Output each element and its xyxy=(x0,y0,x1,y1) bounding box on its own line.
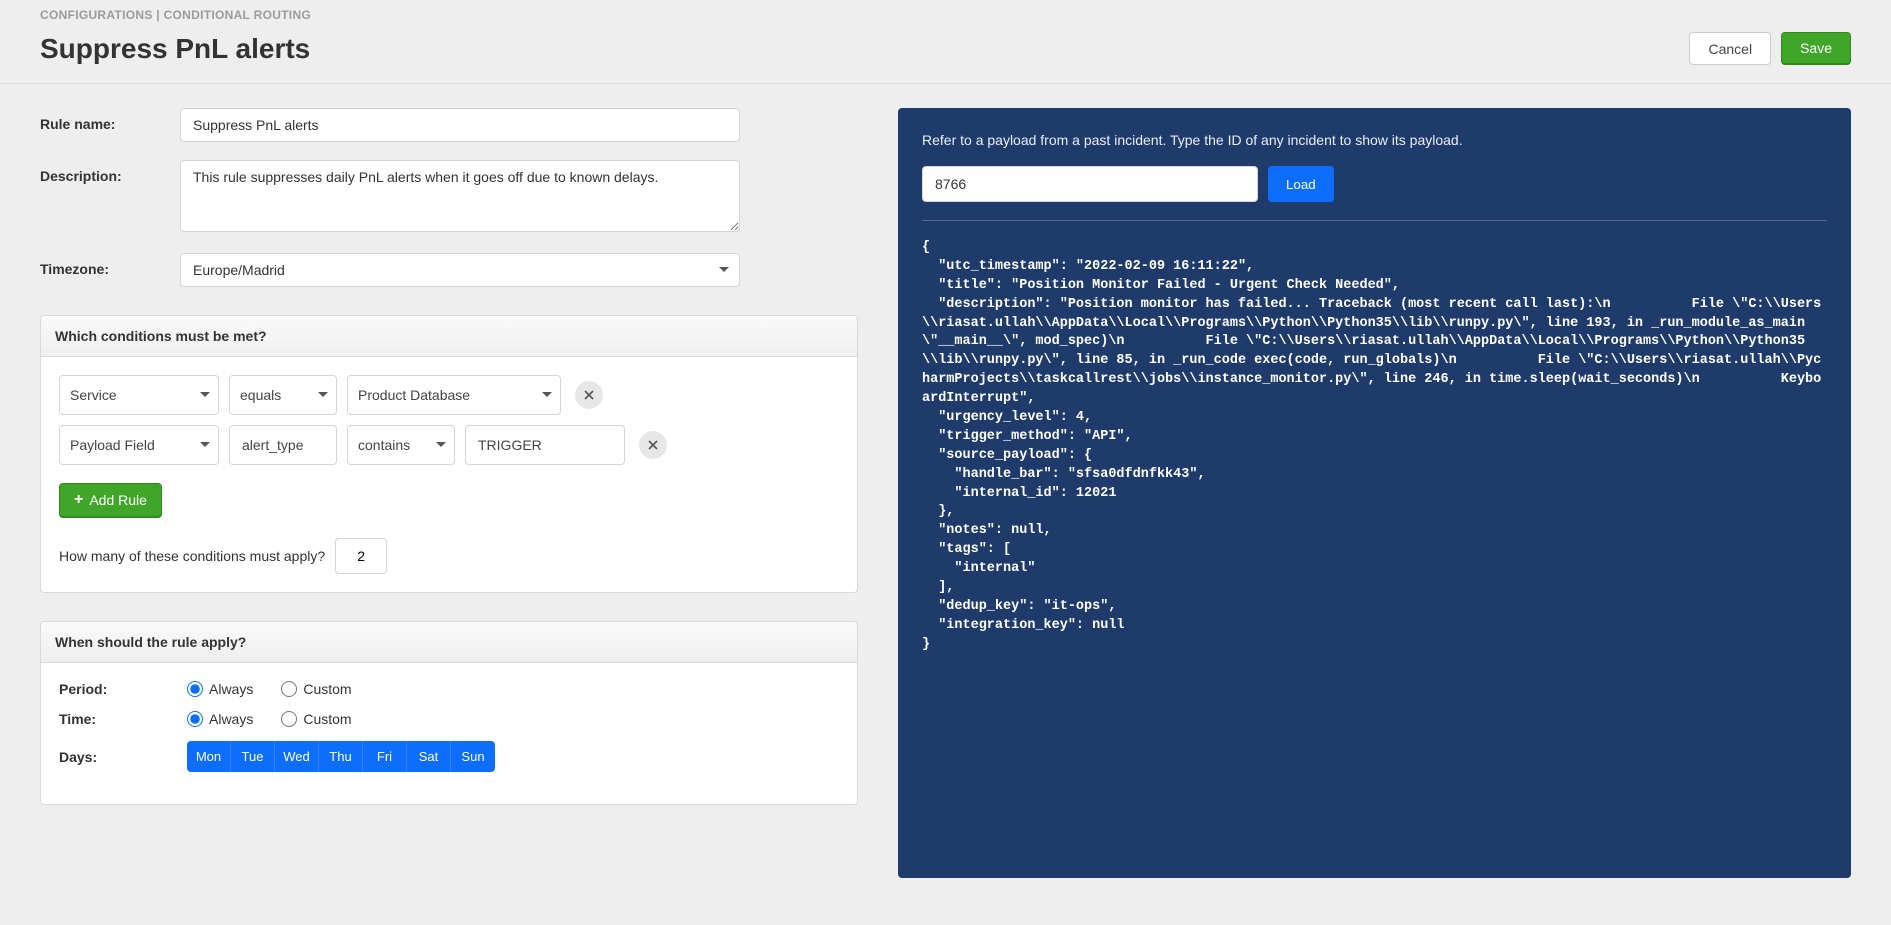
load-button[interactable]: Load xyxy=(1268,166,1334,202)
day-button-mon[interactable]: Mon xyxy=(187,741,231,772)
period-always-radio[interactable] xyxy=(187,681,203,697)
remove-condition-button[interactable] xyxy=(639,431,667,459)
when-panel: When should the rule apply? Period: Alwa… xyxy=(40,621,858,805)
condition-field-select[interactable]: Payload Field xyxy=(59,425,219,465)
time-custom-label: Custom xyxy=(303,711,351,727)
conditions-panel-title: Which conditions must be met? xyxy=(41,316,857,357)
title-actions: Cancel Save xyxy=(1689,32,1851,65)
payload-json: { "utc_timestamp": "2022-02-09 16:11:22"… xyxy=(922,239,1827,655)
condition-value-select[interactable]: Product Database xyxy=(347,375,561,415)
close-icon xyxy=(648,440,658,450)
time-custom-radio[interactable] xyxy=(281,711,297,727)
day-button-fri[interactable]: Fri xyxy=(363,741,407,772)
when-panel-title: When should the rule apply? xyxy=(41,622,857,663)
description-input[interactable] xyxy=(180,160,740,232)
plus-icon: + xyxy=(74,492,83,508)
condition-row: Service equals Product Database xyxy=(59,375,839,415)
time-always-radio[interactable] xyxy=(187,711,203,727)
condition-field-select[interactable]: Service xyxy=(59,375,219,415)
day-button-wed[interactable]: Wed xyxy=(275,741,319,772)
payload-panel: Refer to a payload from a past incident.… xyxy=(898,108,1851,878)
time-label: Time: xyxy=(59,711,187,727)
timezone-label: Timezone: xyxy=(40,253,180,277)
period-custom-label: Custom xyxy=(303,681,351,697)
breadcrumb: CONFIGURATIONS | CONDITIONAL ROUTING xyxy=(40,8,1851,22)
remove-condition-button[interactable] xyxy=(575,381,603,409)
day-button-tue[interactable]: Tue xyxy=(231,741,275,772)
save-button[interactable]: Save xyxy=(1781,32,1851,65)
timezone-select[interactable]: Europe/Madrid xyxy=(180,253,740,287)
day-button-sat[interactable]: Sat xyxy=(407,741,451,772)
condition-operator-select[interactable]: equals xyxy=(229,375,337,415)
condition-row: Payload Field contains xyxy=(59,425,839,465)
rule-name-input[interactable] xyxy=(180,108,740,142)
rule-name-label: Rule name: xyxy=(40,108,180,132)
condition-value-input[interactable] xyxy=(465,425,625,465)
howmany-input[interactable] xyxy=(335,538,387,574)
condition-operator-select[interactable]: contains xyxy=(347,425,455,465)
day-button-sun[interactable]: Sun xyxy=(451,741,495,772)
divider xyxy=(922,220,1827,221)
description-label: Description: xyxy=(40,160,180,184)
howmany-label: How many of these conditions must apply? xyxy=(59,548,325,564)
add-rule-button[interactable]: + Add Rule xyxy=(59,483,162,518)
page-title: Suppress PnL alerts xyxy=(40,33,310,65)
incident-id-input[interactable] xyxy=(922,166,1258,202)
period-custom-radio[interactable] xyxy=(281,681,297,697)
day-button-thu[interactable]: Thu xyxy=(319,741,363,772)
cancel-button[interactable]: Cancel xyxy=(1689,32,1771,65)
days-group: Mon Tue Wed Thu Fri Sat Sun xyxy=(187,741,495,772)
time-always-label: Always xyxy=(209,711,253,727)
period-always-label: Always xyxy=(209,681,253,697)
payload-intro: Refer to a payload from a past incident.… xyxy=(922,132,1827,148)
days-label: Days: xyxy=(59,749,187,765)
period-label: Period: xyxy=(59,681,187,697)
conditions-panel: Which conditions must be met? Service eq… xyxy=(40,315,858,593)
add-rule-label: Add Rule xyxy=(89,492,147,508)
close-icon xyxy=(584,390,594,400)
condition-field-custom-input[interactable] xyxy=(229,425,337,465)
